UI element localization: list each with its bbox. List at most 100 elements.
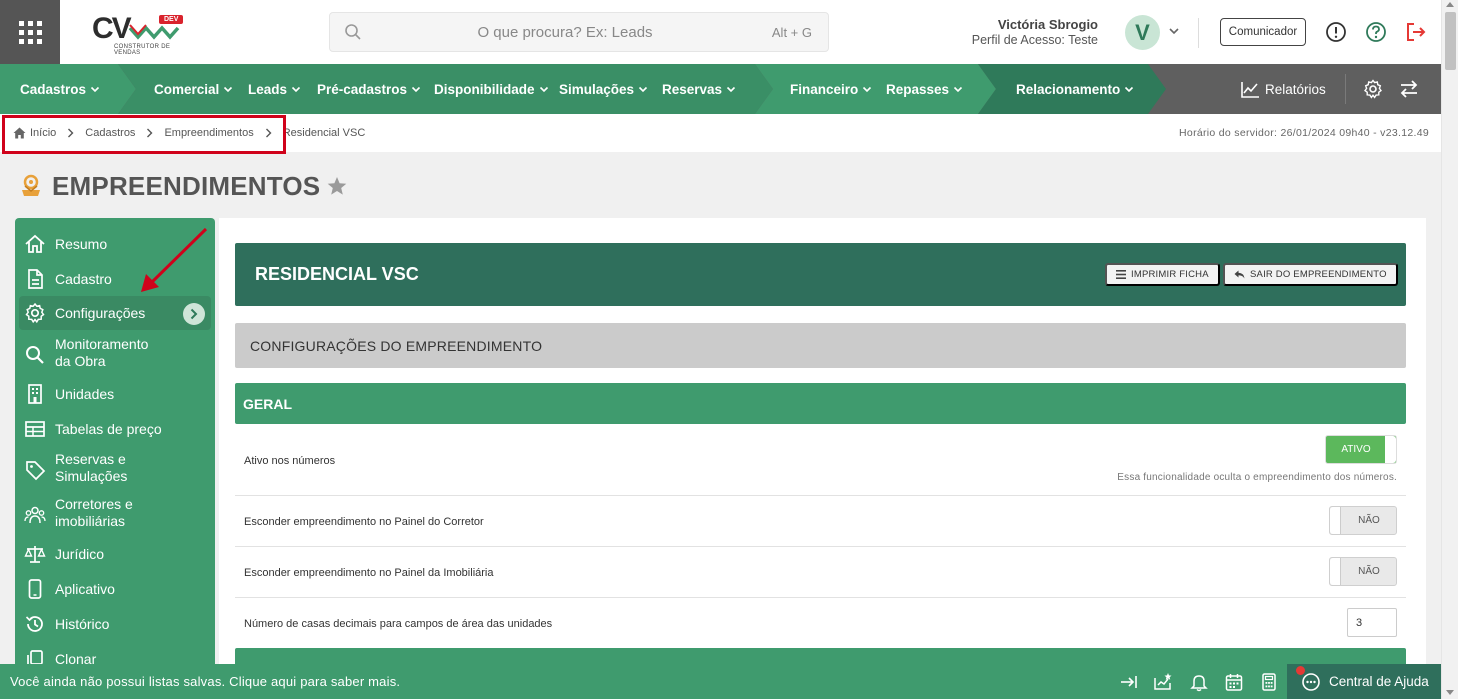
grid-icon: [18, 20, 42, 44]
tag-icon: [26, 461, 46, 481]
setting-label: Esconder empreendimento no Painel do Cor…: [244, 516, 484, 528]
sidebar-item-tabelas-preco[interactable]: Tabelas de preço: [19, 418, 211, 440]
settings-section-title: CONFIGURAÇÕES DO EMPREENDIMENTO: [250, 338, 543, 354]
nav-item-label: Disponibilidade: [434, 81, 535, 97]
enterprise-header: RESIDENCIAL VSC IMPRIMIR FICHA SAIR DO E…: [235, 243, 1406, 306]
reports-link[interactable]: Relatórios: [1241, 64, 1326, 114]
avatar[interactable]: V: [1125, 15, 1160, 50]
setting-row-hide-broker-panel: Esconder empreendimento no Painel do Cor…: [235, 496, 1406, 547]
annotation-arrow-icon: [141, 227, 208, 292]
nav-item-label: Relacionamento: [1016, 81, 1121, 97]
bell-icon[interactable]: [1189, 672, 1209, 692]
calendar-icon[interactable]: [1224, 672, 1244, 692]
nav-item-comercial[interactable]: Comercial: [154, 64, 233, 114]
chevron-down-icon: [224, 86, 233, 93]
logo-subtitle: CONSTRUTOR DE VENDAS: [114, 44, 171, 56]
chevron-right-icon: [183, 303, 205, 325]
logo[interactable]: CV DEV CONSTRUTOR DE VENDAS: [92, 12, 192, 56]
help-center-button[interactable]: Central de Ajuda: [1287, 664, 1441, 699]
toggle-label: ATIVO: [1341, 444, 1371, 455]
setting-row-hide-agency-panel: Esconder empreendimento no Painel da Imo…: [235, 547, 1406, 598]
logo-wave-icon: [128, 24, 180, 40]
reports-label: Relatórios: [1265, 81, 1326, 97]
print-sheet-button[interactable]: IMPRIMIR FICHA: [1105, 263, 1220, 286]
nav-item-label: Comercial: [154, 81, 220, 97]
help-icon[interactable]: [1365, 21, 1387, 43]
scroll-thumb[interactable]: [1445, 12, 1456, 70]
scroll-up-icon[interactable]: [1446, 2, 1454, 7]
sidebar-item-historico[interactable]: Histórico: [19, 613, 211, 635]
toggle-knob: [1385, 436, 1396, 463]
nav-item-financeiro[interactable]: Financeiro: [790, 64, 872, 114]
active-numbers-toggle[interactable]: ATIVO: [1325, 435, 1397, 464]
apps-menu-button[interactable]: [0, 0, 60, 64]
sidebar-item-label: Histórico: [55, 616, 110, 632]
swap-icon[interactable]: [1399, 79, 1419, 99]
exit-enterprise-button[interactable]: SAIR DO EMPREENDIMENTO: [1223, 263, 1398, 286]
star-icon[interactable]: [326, 175, 348, 197]
decimal-places-input[interactable]: [1347, 608, 1397, 637]
hide-agency-panel-toggle[interactable]: NÃO: [1329, 557, 1397, 586]
chat-icon: [1302, 672, 1320, 691]
nav-item-pre-cadastros[interactable]: Pré-cadastros: [317, 64, 421, 114]
toggle-label: NÃO: [1358, 515, 1380, 526]
sidebar-item-label: Tabelas de preço: [55, 421, 162, 437]
gear-icon[interactable]: [1363, 79, 1383, 99]
user-profile: Perfil de Acesso: Teste: [971, 33, 1098, 47]
help-center-label: Central de Ajuda: [1329, 674, 1429, 689]
sidebar-item-unidades[interactable]: Unidades: [19, 383, 211, 405]
server-time: Horário do servidor: 26/01/2024 09h40 - …: [1179, 127, 1429, 139]
nav-item-cadastros[interactable]: Cadastros: [20, 64, 100, 114]
settings-section-header: CONFIGURAÇÕES DO EMPREENDIMENTO: [235, 323, 1406, 368]
sidebar-item-label: Jurídico: [55, 546, 105, 562]
chevron-down-icon: [863, 86, 872, 93]
search-shortcut: Alt + G: [771, 25, 812, 40]
general-group-header: GERAL: [235, 383, 1406, 424]
chevron-down-icon: [411, 86, 421, 93]
search-icon: [26, 346, 44, 364]
sidebar-item-configuracoes[interactable]: Configurações: [19, 296, 211, 330]
sidebar-item-aplicativo[interactable]: Aplicativo: [19, 578, 211, 600]
scroll-down-icon[interactable]: [1446, 690, 1454, 695]
sidebar-item-reservas-simulacoes[interactable]: Reservas e Simulações: [19, 451, 211, 487]
nav-item-repasses[interactable]: Repasses: [886, 64, 963, 114]
enterprise-name: RESIDENCIAL VSC: [255, 264, 419, 284]
chevron-down-icon: [726, 86, 736, 93]
search-input[interactable]: [370, 13, 760, 51]
notification-dot: [1296, 666, 1305, 675]
sidebar-item-label: Unidades: [55, 386, 115, 402]
nav-item-relacionamento[interactable]: Relacionamento: [1016, 64, 1134, 114]
nav-item-leads[interactable]: Leads: [248, 64, 301, 114]
sidebar-item-label: Reservas e Simulações: [55, 451, 128, 484]
sidebar-item-corretores[interactable]: Corretores e imobiliárias: [19, 496, 211, 532]
breadcrumb-highlight: [2, 115, 286, 154]
star-list-icon[interactable]: [1153, 672, 1173, 692]
nav-item-label: Simulações: [559, 81, 635, 97]
hide-broker-panel-toggle[interactable]: NÃO: [1329, 506, 1397, 535]
nav-item-disponibilidade[interactable]: Disponibilidade: [434, 64, 549, 114]
nav-item-simulacoes[interactable]: Simulações: [559, 64, 648, 114]
chevron-down-icon: [539, 86, 548, 93]
logo-badge: DEV: [159, 15, 184, 24]
collapse-right-icon[interactable]: [1119, 672, 1139, 692]
sidebar-item-label: Cadastro: [55, 271, 112, 287]
history-icon: [25, 616, 43, 632]
page-heading: EMPREENDIMENTOS: [52, 170, 321, 201]
sidebar-item-label: Resumo: [55, 236, 108, 252]
sidebar-item-juridico[interactable]: Jurídico: [19, 543, 211, 565]
chevron-down-icon: [953, 86, 963, 93]
page-scrollbar[interactable]: [1441, 0, 1458, 699]
sidebar-item-monitoramento[interactable]: Monitoramento da Obra: [19, 336, 211, 372]
table-icon: [25, 421, 45, 437]
calculator-icon[interactable]: [1259, 672, 1279, 692]
saved-lists-message[interactable]: Você ainda não possui listas salvas. Cli…: [10, 674, 400, 689]
chart-line-icon: [1241, 81, 1259, 98]
logout-icon[interactable]: [1405, 21, 1427, 43]
nav-item-reservas[interactable]: Reservas: [662, 64, 736, 114]
info-icon[interactable]: [1325, 21, 1347, 43]
general-group-title: GERAL: [243, 396, 292, 412]
sidebar-item-label: Corretores e imobiliárias: [55, 496, 133, 529]
chevron-down-icon[interactable]: [1168, 25, 1180, 37]
communicator-button[interactable]: Comunicador: [1220, 18, 1306, 46]
setting-label: Esconder empreendimento no Painel da Imo…: [244, 567, 494, 579]
